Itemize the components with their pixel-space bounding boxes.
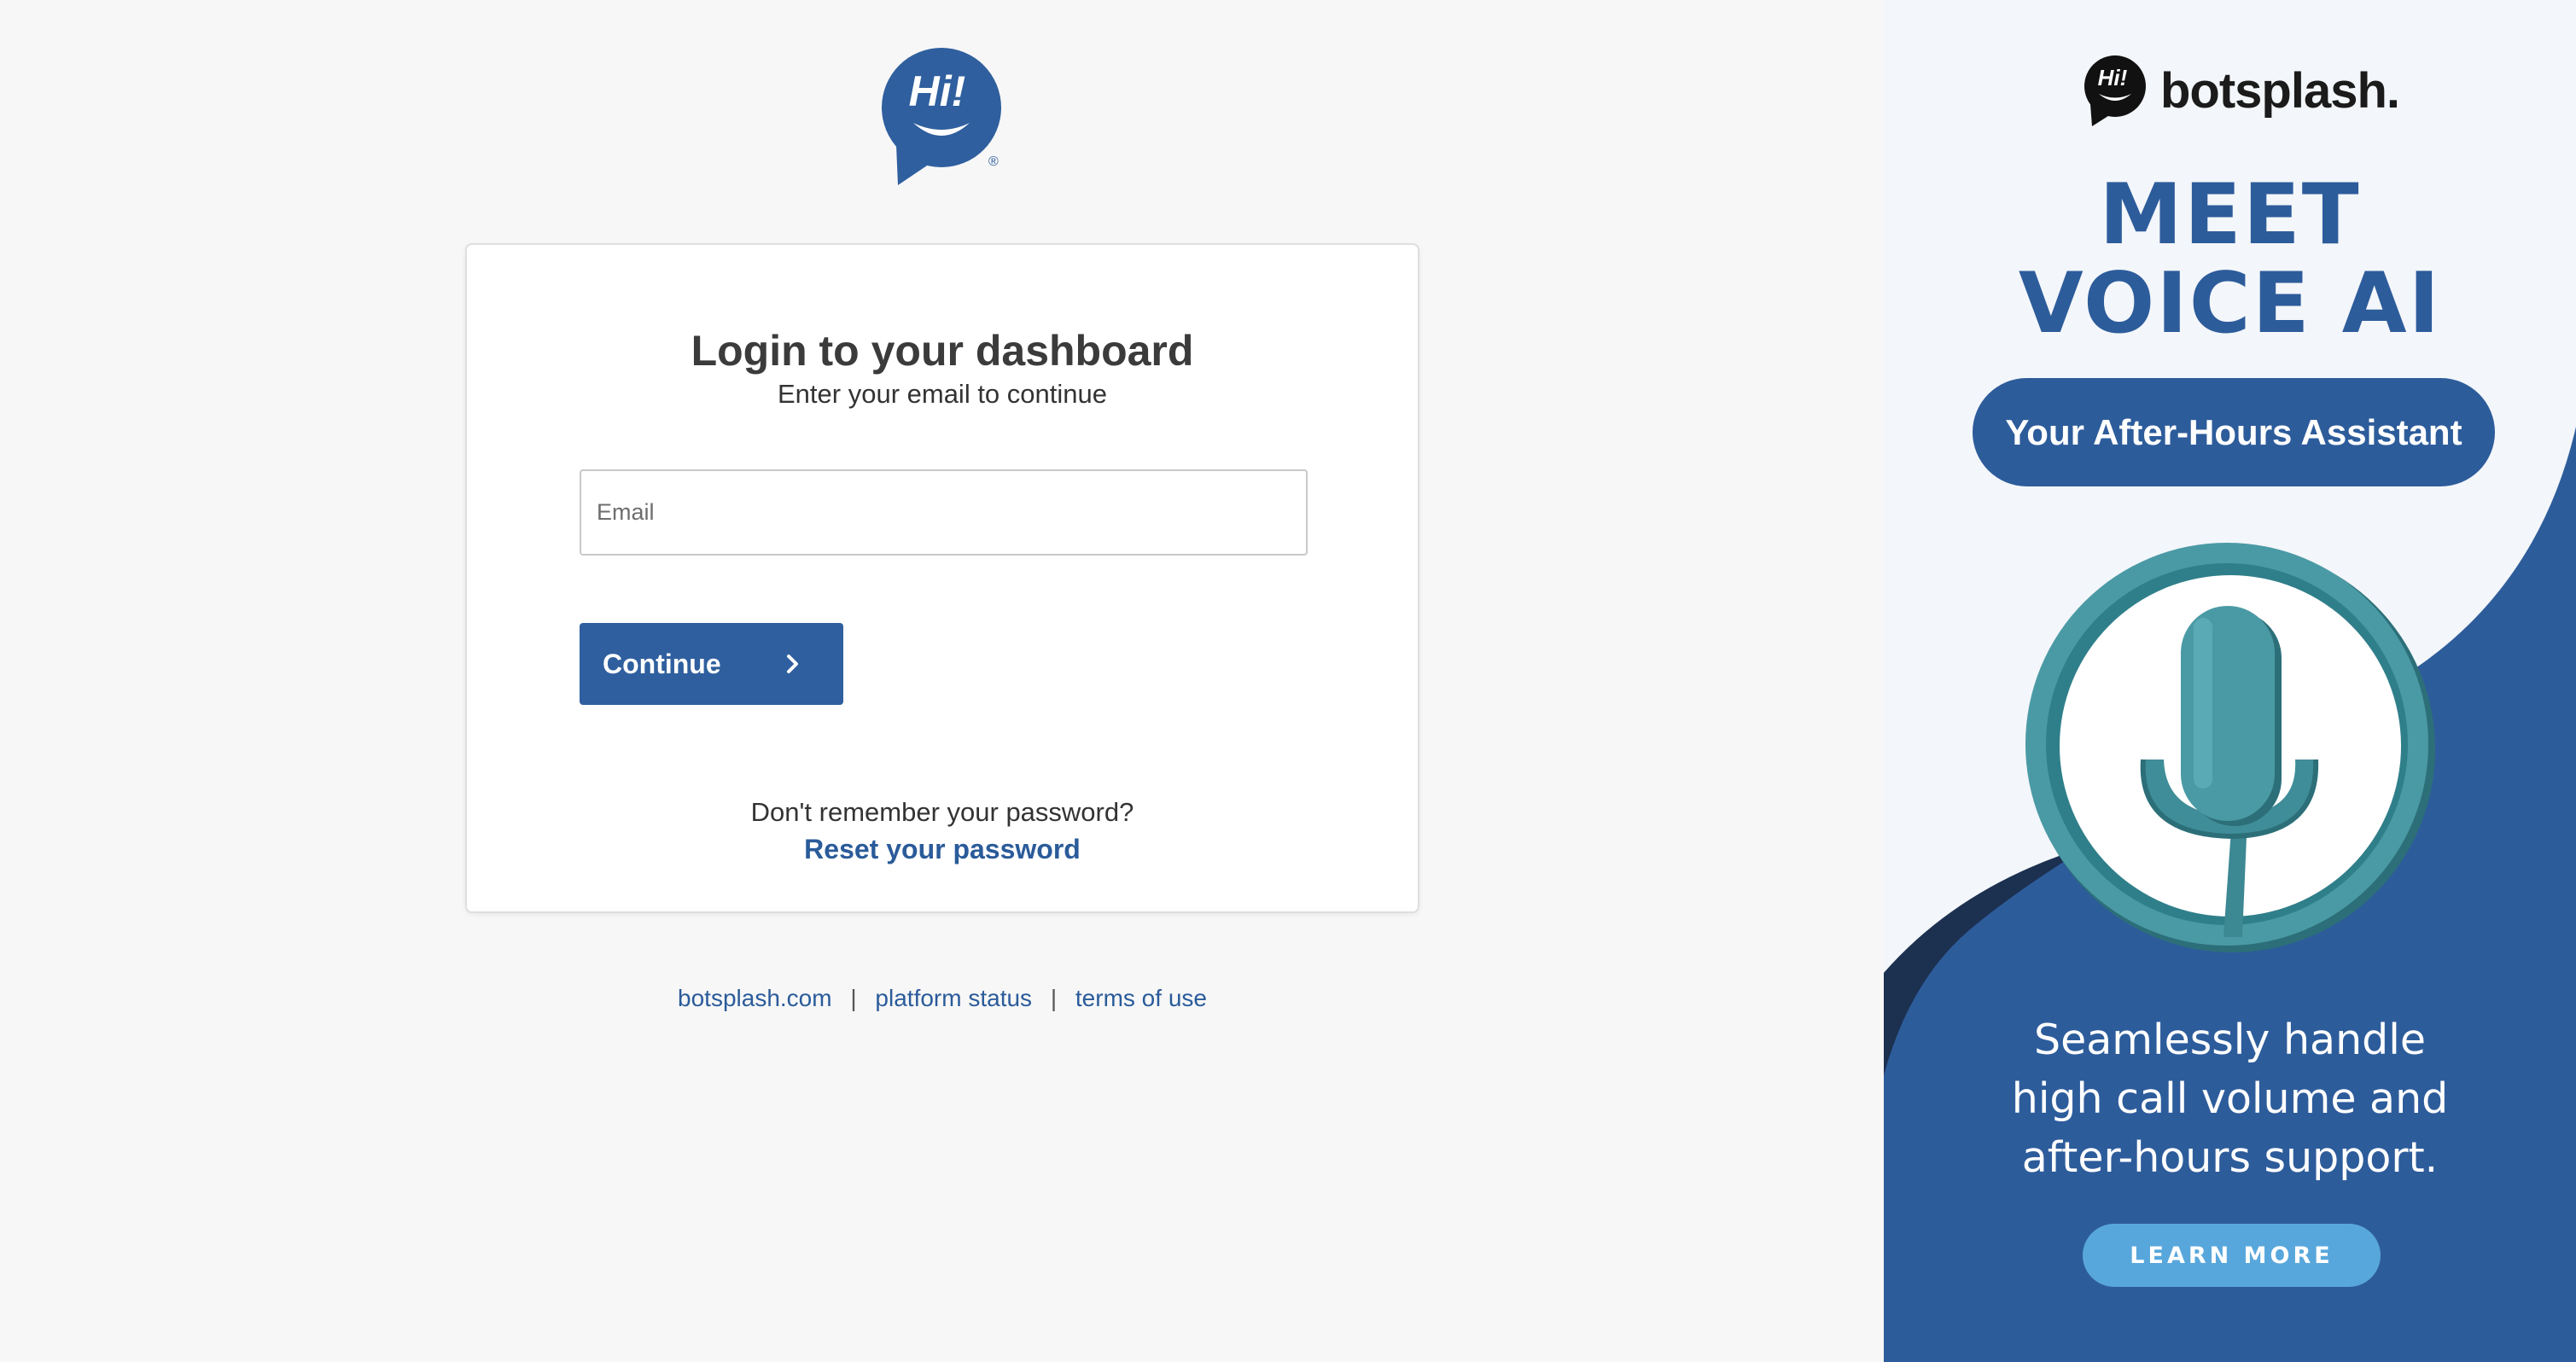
ad-headline-line1: MEET: [2099, 166, 2361, 264]
continue-button-label: Continue: [603, 648, 721, 679]
ad-headline-line2: VOICE AI: [2018, 255, 2442, 352]
footer-separator: |: [1050, 985, 1058, 1011]
ad-body-text: Seamlessly handle high call volume and a…: [1884, 1010, 2576, 1187]
speech-bubble-logo-icon: Hi! ®: [882, 48, 1001, 185]
footer-separator: |: [850, 985, 857, 1011]
svg-text:®: ®: [988, 154, 999, 169]
reset-password-link[interactable]: Reset your password: [467, 834, 1418, 865]
login-title: Login to your dashboard: [691, 327, 1194, 375]
microphone-icon: [2025, 543, 2435, 952]
login-subtitle: Enter your email to continue: [778, 379, 1107, 409]
footer-link-botsplash[interactable]: botsplash.com: [678, 985, 832, 1011]
ad-body-line3: after-hours support.: [2021, 1133, 2439, 1182]
botsplash-logo-icon: Hi!: [2084, 55, 2146, 126]
email-field[interactable]: [580, 469, 1308, 556]
footer-link-platform-status[interactable]: platform status: [875, 985, 1032, 1011]
forgot-password-text: Don't remember your password?: [750, 797, 1134, 827]
svg-text:Hi!: Hi!: [909, 67, 966, 115]
footer-link-terms[interactable]: terms of use: [1075, 985, 1207, 1011]
ad-tagline-pill: Your After-Hours Assistant: [1973, 378, 2495, 486]
continue-button[interactable]: Continue: [580, 623, 843, 705]
hi-logo: Hi! ®: [879, 44, 1007, 185]
chevron-right-icon: [787, 655, 798, 673]
login-card: Login to your dashboard Enter your email…: [465, 243, 1419, 913]
ad-headline: MEET VOICE AI: [1884, 171, 2576, 348]
footer-links: botsplash.com | platform status | terms …: [465, 985, 1419, 1012]
voice-ai-ad-banner[interactable]: Hi! botsplash. MEET VOICE AI Your After-…: [1884, 0, 2576, 1362]
ad-body-line1: Seamlessly handle: [2033, 1016, 2427, 1064]
ad-brand: Hi! botsplash.: [2082, 55, 2400, 126]
learn-more-button[interactable]: LEARN MORE: [2083, 1224, 2381, 1287]
ad-body-line2: high call volume and: [2011, 1074, 2449, 1123]
svg-text:Hi!: Hi!: [2098, 65, 2128, 90]
ad-brand-name: botsplash.: [2160, 62, 2400, 119]
